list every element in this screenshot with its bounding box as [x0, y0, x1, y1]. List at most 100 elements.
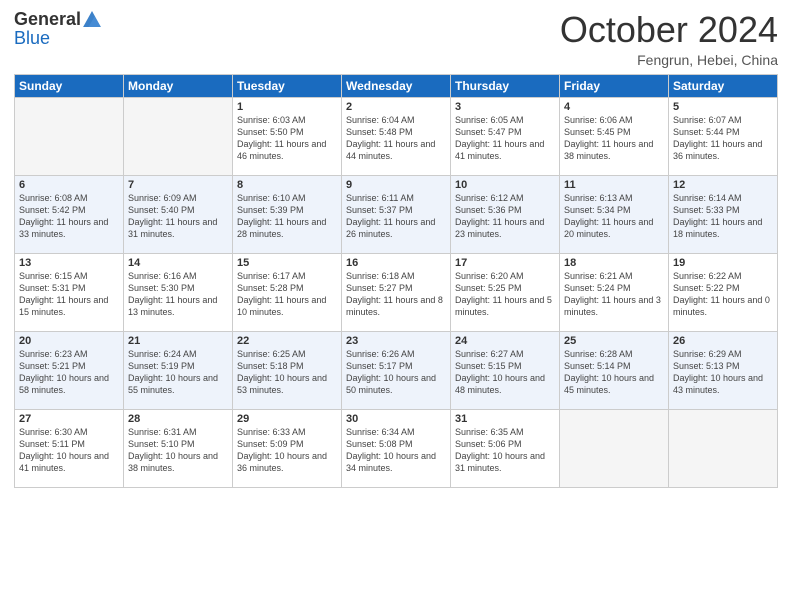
day-info: Sunrise: 6:31 AM Sunset: 5:10 PM Dayligh… — [128, 426, 228, 475]
calendar-cell: 10Sunrise: 6:12 AM Sunset: 5:36 PM Dayli… — [451, 175, 560, 253]
day-info: Sunrise: 6:14 AM Sunset: 5:33 PM Dayligh… — [673, 192, 773, 241]
day-info: Sunrise: 6:16 AM Sunset: 5:30 PM Dayligh… — [128, 270, 228, 319]
calendar-cell: 19Sunrise: 6:22 AM Sunset: 5:22 PM Dayli… — [669, 253, 778, 331]
day-number: 4 — [564, 101, 664, 113]
location: Fengrun, Hebei, China — [560, 52, 778, 68]
day-number: 6 — [19, 179, 119, 191]
day-info: Sunrise: 6:21 AM Sunset: 5:24 PM Dayligh… — [564, 270, 664, 319]
day-info: Sunrise: 6:04 AM Sunset: 5:48 PM Dayligh… — [346, 114, 446, 163]
day-number: 14 — [128, 257, 228, 269]
day-number: 10 — [455, 179, 555, 191]
day-number: 30 — [346, 413, 446, 425]
logo-general-text: General — [14, 10, 81, 28]
calendar-cell: 8Sunrise: 6:10 AM Sunset: 5:39 PM Daylig… — [233, 175, 342, 253]
day-info: Sunrise: 6:07 AM Sunset: 5:44 PM Dayligh… — [673, 114, 773, 163]
day-info: Sunrise: 6:26 AM Sunset: 5:17 PM Dayligh… — [346, 348, 446, 397]
calendar-cell: 16Sunrise: 6:18 AM Sunset: 5:27 PM Dayli… — [342, 253, 451, 331]
day-info: Sunrise: 6:20 AM Sunset: 5:25 PM Dayligh… — [455, 270, 555, 319]
calendar-cell: 3Sunrise: 6:05 AM Sunset: 5:47 PM Daylig… — [451, 97, 560, 175]
calendar-cell: 22Sunrise: 6:25 AM Sunset: 5:18 PM Dayli… — [233, 331, 342, 409]
calendar-cell: 29Sunrise: 6:33 AM Sunset: 5:09 PM Dayli… — [233, 409, 342, 487]
day-info: Sunrise: 6:08 AM Sunset: 5:42 PM Dayligh… — [19, 192, 119, 241]
day-info: Sunrise: 6:35 AM Sunset: 5:06 PM Dayligh… — [455, 426, 555, 475]
calendar-week-row: 27Sunrise: 6:30 AM Sunset: 5:11 PM Dayli… — [15, 409, 778, 487]
day-info: Sunrise: 6:05 AM Sunset: 5:47 PM Dayligh… — [455, 114, 555, 163]
day-info: Sunrise: 6:06 AM Sunset: 5:45 PM Dayligh… — [564, 114, 664, 163]
calendar-cell: 28Sunrise: 6:31 AM Sunset: 5:10 PM Dayli… — [124, 409, 233, 487]
title-block: October 2024 Fengrun, Hebei, China — [560, 10, 778, 68]
calendar-week-row: 20Sunrise: 6:23 AM Sunset: 5:21 PM Dayli… — [15, 331, 778, 409]
day-number: 31 — [455, 413, 555, 425]
calendar-cell: 11Sunrise: 6:13 AM Sunset: 5:34 PM Dayli… — [560, 175, 669, 253]
calendar-cell: 14Sunrise: 6:16 AM Sunset: 5:30 PM Dayli… — [124, 253, 233, 331]
day-info: Sunrise: 6:17 AM Sunset: 5:28 PM Dayligh… — [237, 270, 337, 319]
calendar-header-wednesday: Wednesday — [342, 74, 451, 97]
day-info: Sunrise: 6:22 AM Sunset: 5:22 PM Dayligh… — [673, 270, 773, 319]
day-number: 9 — [346, 179, 446, 191]
day-info: Sunrise: 6:12 AM Sunset: 5:36 PM Dayligh… — [455, 192, 555, 241]
day-number: 8 — [237, 179, 337, 191]
calendar-cell: 15Sunrise: 6:17 AM Sunset: 5:28 PM Dayli… — [233, 253, 342, 331]
day-number: 22 — [237, 335, 337, 347]
calendar-header-sunday: Sunday — [15, 74, 124, 97]
day-info: Sunrise: 6:30 AM Sunset: 5:11 PM Dayligh… — [19, 426, 119, 475]
calendar-cell: 5Sunrise: 6:07 AM Sunset: 5:44 PM Daylig… — [669, 97, 778, 175]
calendar-cell: 21Sunrise: 6:24 AM Sunset: 5:19 PM Dayli… — [124, 331, 233, 409]
calendar: SundayMondayTuesdayWednesdayThursdayFrid… — [14, 74, 778, 488]
calendar-cell: 2Sunrise: 6:04 AM Sunset: 5:48 PM Daylig… — [342, 97, 451, 175]
calendar-header-monday: Monday — [124, 74, 233, 97]
day-number: 2 — [346, 101, 446, 113]
page: General Blue October 2024 Fengrun, Hebei… — [0, 0, 792, 612]
day-number: 3 — [455, 101, 555, 113]
header: General Blue October 2024 Fengrun, Hebei… — [14, 10, 778, 68]
day-number: 23 — [346, 335, 446, 347]
day-number: 27 — [19, 413, 119, 425]
day-number: 19 — [673, 257, 773, 269]
calendar-cell: 12Sunrise: 6:14 AM Sunset: 5:33 PM Dayli… — [669, 175, 778, 253]
calendar-cell: 26Sunrise: 6:29 AM Sunset: 5:13 PM Dayli… — [669, 331, 778, 409]
day-info: Sunrise: 6:29 AM Sunset: 5:13 PM Dayligh… — [673, 348, 773, 397]
calendar-cell: 31Sunrise: 6:35 AM Sunset: 5:06 PM Dayli… — [451, 409, 560, 487]
calendar-cell — [124, 97, 233, 175]
day-number: 28 — [128, 413, 228, 425]
day-number: 29 — [237, 413, 337, 425]
day-number: 17 — [455, 257, 555, 269]
calendar-cell: 13Sunrise: 6:15 AM Sunset: 5:31 PM Dayli… — [15, 253, 124, 331]
calendar-header-saturday: Saturday — [669, 74, 778, 97]
day-number: 13 — [19, 257, 119, 269]
day-info: Sunrise: 6:03 AM Sunset: 5:50 PM Dayligh… — [237, 114, 337, 163]
day-number: 21 — [128, 335, 228, 347]
day-info: Sunrise: 6:18 AM Sunset: 5:27 PM Dayligh… — [346, 270, 446, 319]
calendar-cell — [560, 409, 669, 487]
logo-icon — [83, 11, 101, 27]
day-info: Sunrise: 6:09 AM Sunset: 5:40 PM Dayligh… — [128, 192, 228, 241]
day-number: 15 — [237, 257, 337, 269]
calendar-cell: 24Sunrise: 6:27 AM Sunset: 5:15 PM Dayli… — [451, 331, 560, 409]
calendar-week-row: 13Sunrise: 6:15 AM Sunset: 5:31 PM Dayli… — [15, 253, 778, 331]
day-number: 20 — [19, 335, 119, 347]
day-info: Sunrise: 6:24 AM Sunset: 5:19 PM Dayligh… — [128, 348, 228, 397]
calendar-cell — [15, 97, 124, 175]
calendar-cell: 1Sunrise: 6:03 AM Sunset: 5:50 PM Daylig… — [233, 97, 342, 175]
calendar-cell: 25Sunrise: 6:28 AM Sunset: 5:14 PM Dayli… — [560, 331, 669, 409]
calendar-cell: 17Sunrise: 6:20 AM Sunset: 5:25 PM Dayli… — [451, 253, 560, 331]
day-number: 11 — [564, 179, 664, 191]
calendar-cell: 27Sunrise: 6:30 AM Sunset: 5:11 PM Dayli… — [15, 409, 124, 487]
day-info: Sunrise: 6:13 AM Sunset: 5:34 PM Dayligh… — [564, 192, 664, 241]
calendar-header-thursday: Thursday — [451, 74, 560, 97]
calendar-week-row: 6Sunrise: 6:08 AM Sunset: 5:42 PM Daylig… — [15, 175, 778, 253]
day-info: Sunrise: 6:27 AM Sunset: 5:15 PM Dayligh… — [455, 348, 555, 397]
calendar-cell: 20Sunrise: 6:23 AM Sunset: 5:21 PM Dayli… — [15, 331, 124, 409]
day-info: Sunrise: 6:11 AM Sunset: 5:37 PM Dayligh… — [346, 192, 446, 241]
day-number: 16 — [346, 257, 446, 269]
day-info: Sunrise: 6:15 AM Sunset: 5:31 PM Dayligh… — [19, 270, 119, 319]
logo-blue-text: Blue — [14, 28, 50, 49]
calendar-header-row: SundayMondayTuesdayWednesdayThursdayFrid… — [15, 74, 778, 97]
calendar-cell — [669, 409, 778, 487]
day-number: 24 — [455, 335, 555, 347]
calendar-header-tuesday: Tuesday — [233, 74, 342, 97]
day-number: 5 — [673, 101, 773, 113]
day-number: 26 — [673, 335, 773, 347]
calendar-cell: 23Sunrise: 6:26 AM Sunset: 5:17 PM Dayli… — [342, 331, 451, 409]
calendar-cell: 9Sunrise: 6:11 AM Sunset: 5:37 PM Daylig… — [342, 175, 451, 253]
